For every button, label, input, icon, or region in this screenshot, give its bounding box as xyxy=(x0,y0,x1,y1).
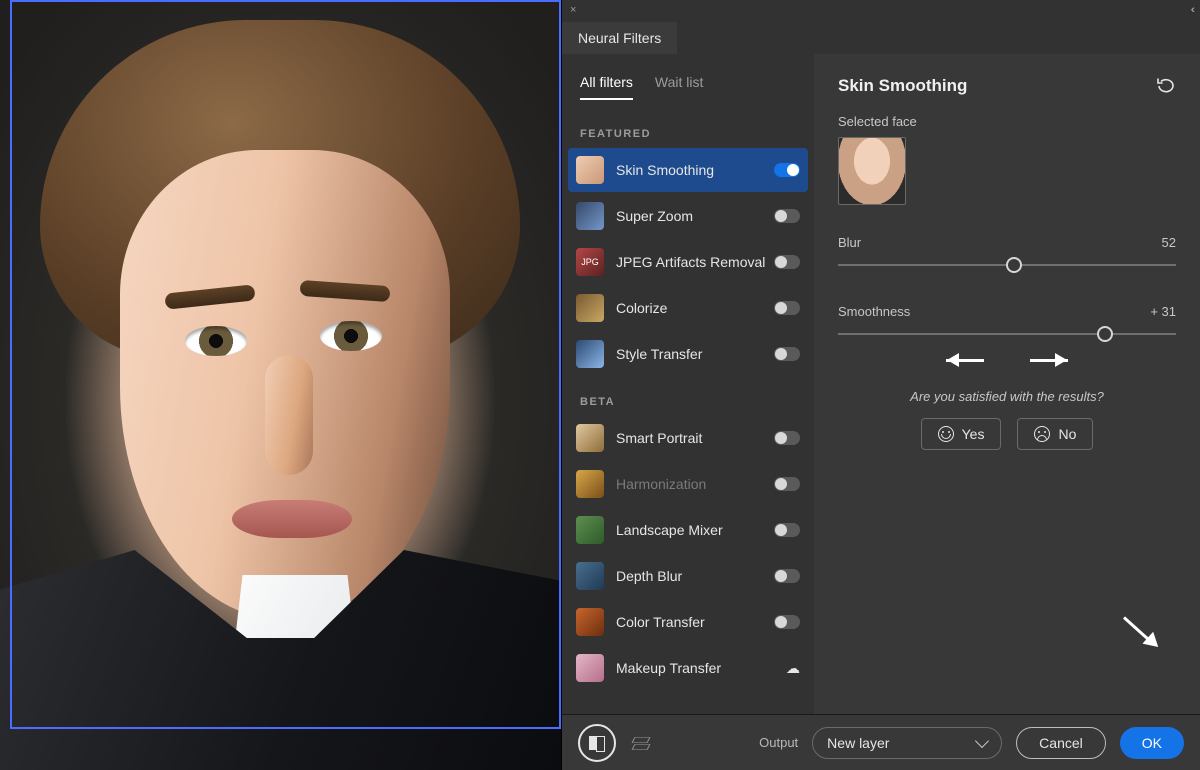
filter-toggle[interactable] xyxy=(774,209,800,223)
filter-label: Landscape Mixer xyxy=(616,522,774,538)
selected-face-label: Selected face xyxy=(838,114,1176,129)
slider-label-smoothness: Smoothness xyxy=(838,304,910,319)
filter-label: Style Transfer xyxy=(616,346,774,362)
filter-color-transfer[interactable]: Color Transfer xyxy=(568,600,808,644)
filter-list-tabs: All filters Wait list xyxy=(562,54,814,108)
panel-footer: Output New layer Cancel OK xyxy=(562,714,1200,770)
filter-toggle[interactable] xyxy=(774,255,800,269)
panel-tab-strip: Neural Filters xyxy=(562,20,1200,54)
frown-icon xyxy=(1034,426,1050,442)
filter-smart-portrait[interactable]: Smart Portrait xyxy=(568,416,808,460)
filter-label: Color Transfer xyxy=(616,614,774,630)
slider-label-blur: Blur xyxy=(838,235,861,250)
arrow-right-icon xyxy=(1024,353,1074,367)
cloud-download-icon[interactable]: ☁ xyxy=(786,660,800,677)
layers-icon[interactable] xyxy=(630,735,650,751)
filter-label: Makeup Transfer xyxy=(616,660,786,676)
preview-split-button[interactable] xyxy=(578,724,616,762)
slider-value-smoothness: + 31 xyxy=(1150,304,1176,319)
filter-toggle[interactable] xyxy=(774,163,800,177)
output-select-value: New layer xyxy=(827,735,889,751)
filter-thumb xyxy=(576,470,604,498)
section-header-featured: FEATURED xyxy=(562,108,814,148)
panel-titlebar: × ‹‹ xyxy=(562,0,1200,20)
filter-toggle[interactable] xyxy=(774,569,800,583)
annotation-arrow-to-ok xyxy=(1120,612,1166,658)
filter-thumb xyxy=(576,202,604,230)
filter-harmonization[interactable]: Harmonization xyxy=(568,462,808,506)
collapse-icon[interactable]: ‹‹ xyxy=(1191,4,1192,16)
selection-marquee xyxy=(10,0,561,729)
filter-thumb xyxy=(576,608,604,636)
slider-smoothness[interactable] xyxy=(838,325,1176,343)
slider-blur[interactable] xyxy=(838,256,1176,274)
smile-icon xyxy=(938,426,954,442)
filter-toggle[interactable] xyxy=(774,347,800,361)
filter-toggle[interactable] xyxy=(774,477,800,491)
filter-toggle[interactable] xyxy=(774,523,800,537)
filter-colorize[interactable]: Colorize xyxy=(568,286,808,330)
output-label: Output xyxy=(759,735,798,750)
filter-skin-smoothing[interactable]: Skin Smoothing xyxy=(568,148,808,192)
filter-depth-blur[interactable]: Depth Blur xyxy=(568,554,808,598)
cancel-button[interactable]: Cancel xyxy=(1016,727,1106,759)
reset-icon[interactable] xyxy=(1156,78,1176,94)
filter-settings: Skin Smoothing Selected face Blur 52 Smo… xyxy=(814,54,1200,714)
document-canvas[interactable] xyxy=(0,0,561,770)
chevron-down-icon xyxy=(975,733,989,747)
filter-label: Depth Blur xyxy=(616,568,774,584)
tab-all-filters[interactable]: All filters xyxy=(580,74,633,100)
app-root: × ‹‹ Neural Filters All filters Wait lis… xyxy=(0,0,1200,770)
selected-face-thumb[interactable] xyxy=(838,137,906,205)
filter-label: Smart Portrait xyxy=(616,430,774,446)
slider-value-blur: 52 xyxy=(1162,235,1176,250)
tab-neural-filters[interactable]: Neural Filters xyxy=(562,22,677,54)
filter-thumb xyxy=(576,562,604,590)
section-header-beta: BETA xyxy=(562,376,814,416)
feedback-yes-button[interactable]: Yes xyxy=(921,418,1002,450)
feedback-no-button[interactable]: No xyxy=(1017,418,1093,450)
output-select[interactable]: New layer xyxy=(812,727,1002,759)
feedback-no-label: No xyxy=(1058,426,1076,442)
filter-label: Super Zoom xyxy=(616,208,774,224)
filter-jpeg-artifacts-removal[interactable]: JPG JPEG Artifacts Removal xyxy=(568,240,808,284)
filter-toggle[interactable] xyxy=(774,431,800,445)
filter-toggle[interactable] xyxy=(774,301,800,315)
filter-toggle[interactable] xyxy=(774,615,800,629)
filter-landscape-mixer[interactable]: Landscape Mixer xyxy=(568,508,808,552)
filter-super-zoom[interactable]: Super Zoom xyxy=(568,194,808,238)
close-icon[interactable]: × xyxy=(570,4,576,16)
arrow-left-icon xyxy=(940,353,990,367)
annotation-arrows xyxy=(838,353,1176,367)
filter-thumb xyxy=(576,294,604,322)
filter-label: Skin Smoothing xyxy=(616,162,774,178)
filter-list: All filters Wait list FEATURED Skin Smoo… xyxy=(562,54,814,714)
split-view-icon xyxy=(589,735,605,751)
feedback-prompt: Are you satisfied with the results? xyxy=(838,389,1176,404)
filter-thumb: JPG xyxy=(576,248,604,276)
filter-thumb xyxy=(576,340,604,368)
filter-label: Harmonization xyxy=(616,476,774,492)
filter-makeup-transfer[interactable]: Makeup Transfer ☁ xyxy=(568,646,808,690)
tab-wait-list[interactable]: Wait list xyxy=(655,74,703,100)
neural-filters-panel: × ‹‹ Neural Filters All filters Wait lis… xyxy=(561,0,1200,770)
settings-title: Skin Smoothing xyxy=(838,76,967,96)
filter-thumb xyxy=(576,424,604,452)
ok-button[interactable]: OK xyxy=(1120,727,1184,759)
filter-style-transfer[interactable]: Style Transfer xyxy=(568,332,808,376)
filter-label: Colorize xyxy=(616,300,774,316)
filter-thumb xyxy=(576,516,604,544)
filter-thumb xyxy=(576,654,604,682)
filter-label: JPEG Artifacts Removal xyxy=(616,254,774,270)
filter-thumb xyxy=(576,156,604,184)
feedback-yes-label: Yes xyxy=(962,426,985,442)
